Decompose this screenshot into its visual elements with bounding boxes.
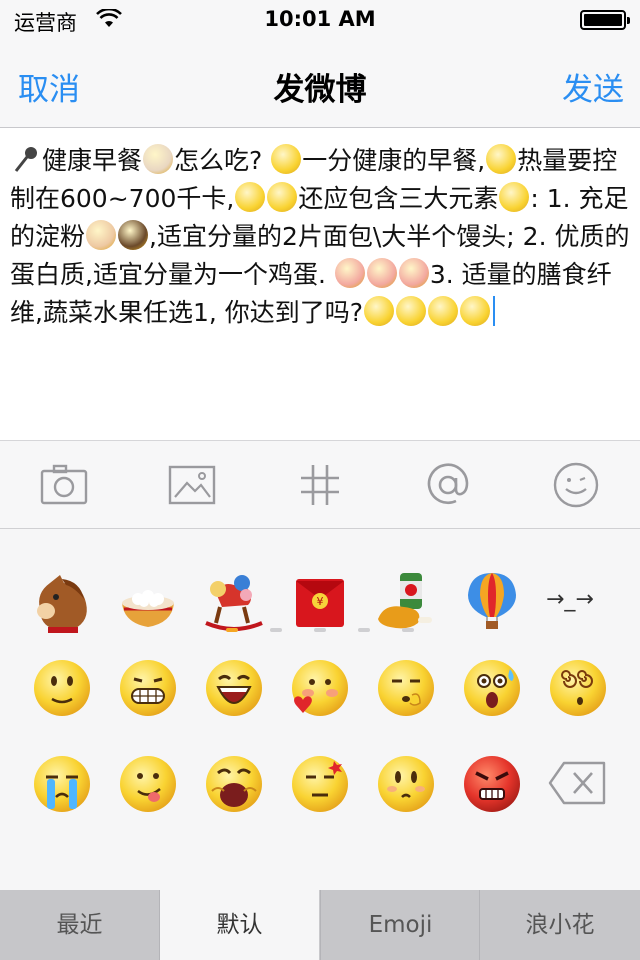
- shocked-sweat-icon[interactable]: [460, 655, 524, 719]
- page-title: 发微博: [273, 72, 367, 108]
- pig-face-3-icon: [398, 258, 429, 288]
- hot-air-balloon-icon[interactable]: [460, 569, 524, 633]
- tangyuan-bowl-icon[interactable]: [116, 569, 180, 633]
- grin-face-icon: [460, 296, 491, 326]
- at-icon[interactable]: [423, 461, 473, 509]
- clock: 10:01 AM: [264, 7, 376, 31]
- wondering-icon[interactable]: [374, 751, 438, 815]
- smug-icon[interactable]: [288, 751, 352, 815]
- sweat-face-icon: [235, 182, 266, 212]
- pig-face-icon: [334, 258, 365, 288]
- svg-text:¥: ¥: [317, 595, 324, 608]
- battery-icon: [580, 10, 630, 30]
- microphone-icon: [11, 144, 41, 174]
- emoji-panel: ¥ →_→: [0, 529, 640, 890]
- horse-head-icon[interactable]: [30, 569, 94, 633]
- compose-text-run: 一分健康的早餐,: [302, 146, 486, 175]
- backspace-button[interactable]: [546, 751, 610, 815]
- coffee-cup-icon: [118, 220, 149, 250]
- hashtag-icon[interactable]: [295, 461, 345, 509]
- page-dot-active[interactable]: [226, 628, 238, 632]
- tab-langxiaohua[interactable]: 浪小花: [480, 890, 640, 960]
- yawn-icon[interactable]: [202, 751, 266, 815]
- page-dot[interactable]: [402, 628, 414, 632]
- laugh-icon[interactable]: [202, 655, 266, 719]
- nav-bar: 取消 发微博 发送: [0, 40, 640, 128]
- compose-text[interactable]: 健康早餐 怎么吃? 一分健康的早餐, 热量要控制在600~700千卡, 还应包含三大元…: [10, 142, 630, 332]
- status-bar: 运营商 10:01 AM: [0, 0, 640, 40]
- smile-icon[interactable]: [30, 655, 94, 719]
- text-caret: [493, 296, 496, 326]
- cool-sunglasses-icon: [486, 144, 517, 174]
- page-dot[interactable]: [314, 628, 326, 632]
- page-dot[interactable]: [358, 628, 370, 632]
- tab-emoji[interactable]: Emoji: [321, 890, 480, 960]
- shy-shush-icon[interactable]: [374, 655, 438, 719]
- text-emoji-sidelong[interactable]: →_→: [546, 587, 594, 612]
- compose-toolbar: [0, 441, 640, 529]
- image-icon[interactable]: [167, 461, 217, 509]
- grin-icon[interactable]: [116, 655, 180, 719]
- camera-icon[interactable]: [39, 461, 89, 509]
- smiley-icon[interactable]: [551, 461, 601, 509]
- tongue-out-icon[interactable]: [116, 751, 180, 815]
- compose-text-run: 还应包含三大元素: [298, 184, 499, 213]
- dizzy-icon[interactable]: [546, 655, 610, 719]
- sweat-face-icon: [267, 182, 298, 212]
- grin-face-icon: [396, 296, 427, 326]
- love-heart-icon[interactable]: [288, 655, 352, 719]
- emoji-tab-bar: 最近 默认 Emoji 浪小花: [0, 890, 640, 960]
- grin-face-icon: [428, 296, 459, 326]
- thumbs-up-icon: [86, 220, 117, 250]
- grin-face-icon: [364, 296, 395, 326]
- pig-face-2-icon: [366, 258, 397, 288]
- tab-default[interactable]: 默认: [160, 890, 319, 960]
- compose-text-area[interactable]: 健康早餐 怎么吃? 一分健康的早餐, 热量要控制在600~700千卡, 还应包含三大元…: [0, 128, 640, 441]
- tangyuan-bowl-icon: [143, 144, 174, 174]
- tab-recent[interactable]: 最近: [0, 890, 159, 960]
- beer-drumstick-icon[interactable]: [374, 569, 438, 633]
- red-envelope-icon[interactable]: ¥: [288, 569, 352, 633]
- compose-text-run: 健康早餐: [42, 146, 143, 175]
- send-button[interactable]: 发送: [562, 64, 624, 109]
- compose-text-run: 怎么吃?: [174, 146, 271, 175]
- surprised-sweat-icon: [271, 144, 302, 174]
- page-dot[interactable]: [270, 628, 282, 632]
- thinking-face-icon: [499, 182, 530, 212]
- rocking-horse-icon[interactable]: [202, 569, 266, 633]
- angry-icon[interactable]: [460, 751, 524, 815]
- crying-icon[interactable]: [30, 751, 94, 815]
